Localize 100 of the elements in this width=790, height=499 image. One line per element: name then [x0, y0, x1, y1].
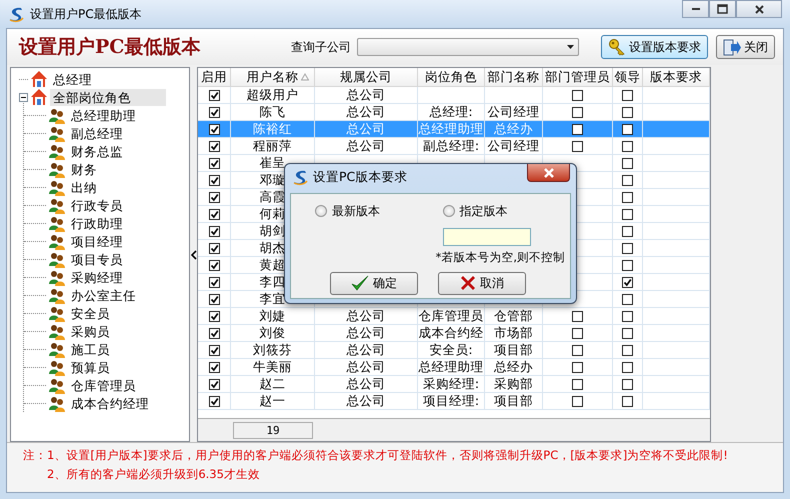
checkbox[interactable] [622, 226, 633, 236]
version-input-field[interactable] [442, 228, 530, 246]
checkbox[interactable] [208, 174, 220, 186]
checkbox[interactable] [208, 192, 220, 202]
checkbox[interactable] [622, 208, 633, 220]
tree-item[interactable]: 安全员 [68, 304, 113, 322]
checkbox[interactable] [208, 344, 220, 356]
checkbox[interactable] [208, 158, 220, 168]
checkbox[interactable] [622, 328, 633, 338]
checkbox[interactable] [622, 140, 633, 152]
table-row[interactable]: 赵一 总公司 项目经理: 项目部 [198, 393, 710, 410]
checkbox[interactable] [622, 310, 633, 322]
column-header[interactable]: 用户名称 [231, 68, 315, 86]
checkbox[interactable] [208, 140, 220, 152]
column-header[interactable]: 部门名称 [485, 68, 543, 86]
tree-item[interactable]: 成本合约经理 [68, 394, 152, 412]
tree-item[interactable]: 财务 [68, 160, 100, 178]
tree-item[interactable]: 行政助理 [68, 214, 126, 232]
checkbox[interactable] [208, 396, 220, 406]
column-header[interactable]: 领导 [613, 68, 643, 86]
tree-item[interactable]: 总经理助理 [68, 106, 139, 124]
tree-item[interactable]: 行政专员 [68, 196, 126, 214]
tree-item[interactable]: 财务总监 [68, 142, 126, 160]
checkbox[interactable] [572, 328, 583, 338]
checkbox[interactable] [572, 310, 583, 322]
checkbox[interactable] [572, 362, 583, 372]
tree-item[interactable]: 施工员 [68, 340, 113, 358]
checkbox[interactable] [208, 226, 220, 236]
minimize-button[interactable] [682, 0, 709, 18]
cancel-button[interactable]: 取消 [438, 272, 526, 294]
checkbox[interactable] [208, 208, 220, 220]
checkbox[interactable] [208, 294, 220, 304]
checkbox[interactable] [208, 276, 220, 288]
tree-item[interactable]: 总经理 [50, 70, 95, 88]
checkbox[interactable] [208, 378, 220, 390]
checkbox[interactable] [622, 276, 633, 288]
table-row[interactable]: 程丽萍 总公司 副总经理: 公司经理 [198, 138, 710, 155]
ok-button[interactable]: 确定 [330, 272, 418, 294]
table-cell: 李四 [260, 274, 286, 290]
checkbox[interactable] [622, 378, 633, 390]
checkbox[interactable] [622, 124, 633, 134]
checkbox[interactable] [622, 362, 633, 372]
checkbox[interactable] [622, 260, 633, 270]
checkbox[interactable] [208, 310, 220, 322]
checkbox[interactable] [208, 106, 220, 118]
tree-item[interactable]: 预算员 [68, 358, 113, 376]
expander[interactable] [19, 92, 28, 102]
checkbox[interactable] [622, 174, 633, 186]
close-button[interactable]: 关闭 [716, 35, 775, 59]
table-cell: 副总经理: [422, 138, 480, 154]
checkbox[interactable] [622, 242, 633, 254]
table-row[interactable]: 牛美丽 总公司 总经理助理 总经办 [198, 359, 710, 376]
tree-item[interactable]: 项目经理 [68, 232, 126, 250]
column-header[interactable]: 规属公司 [315, 68, 418, 86]
table-row[interactable]: 刘筱芬 总公司 安全员: 项目部 [198, 342, 710, 359]
table-row[interactable]: 赵二 总公司 采购经理: 采购部 [198, 376, 710, 393]
checkbox[interactable] [572, 90, 583, 100]
tree-item[interactable]: 办公室主任 [68, 286, 139, 304]
tree-item[interactable]: 出纳 [68, 178, 100, 196]
company-dropdown[interactable] [357, 38, 579, 56]
checkbox[interactable] [622, 344, 633, 356]
table-row[interactable]: 超级用户 总公司 [198, 87, 710, 104]
checkbox[interactable] [622, 294, 633, 304]
column-header[interactable]: 部门管理员 [543, 68, 613, 86]
checkbox[interactable] [572, 140, 583, 152]
dialog-title: 设置PC版本要求 [313, 169, 408, 186]
close-button[interactable] [736, 0, 782, 18]
checkbox[interactable] [572, 106, 583, 118]
close-button[interactable] [527, 164, 570, 182]
tree-item[interactable]: 副总经理 [68, 124, 126, 142]
checkbox[interactable] [208, 362, 220, 372]
tree-item[interactable]: 采购经理 [68, 268, 126, 286]
tree-item[interactable]: 项目专员 [68, 250, 126, 268]
checkbox[interactable] [208, 260, 220, 270]
table-row[interactable]: 刘婕 总公司 仓库管理员 仓管部 [198, 308, 710, 325]
checkbox[interactable] [622, 396, 633, 406]
column-header[interactable]: 版本要求 [643, 68, 710, 86]
table-row[interactable]: 刘俊 总公司 成本合约经 市场部 [198, 325, 710, 342]
checkbox[interactable] [622, 106, 633, 118]
close-icon [754, 4, 764, 14]
checkbox[interactable] [572, 124, 583, 134]
people-icon [48, 376, 66, 394]
column-header[interactable]: 启用 [198, 68, 231, 86]
column-header[interactable]: 岗位角色 [418, 68, 485, 86]
set-version-button[interactable]: 设置版本要求 [601, 35, 708, 59]
checkbox[interactable] [572, 378, 583, 390]
checkbox[interactable] [572, 396, 583, 406]
tree-item[interactable]: 仓库管理员 [68, 376, 139, 394]
checkbox[interactable] [622, 158, 633, 168]
tree-item[interactable]: 全部岗位角色 [50, 88, 166, 106]
checkbox[interactable] [208, 242, 220, 254]
checkbox[interactable] [208, 328, 220, 338]
checkbox[interactable] [208, 124, 220, 134]
tree-item[interactable]: 采购员 [68, 322, 113, 340]
checkbox[interactable] [622, 192, 633, 202]
maximize-button[interactable] [709, 0, 736, 18]
checkbox[interactable] [622, 90, 633, 100]
table-cell: 仓库管理员 [418, 308, 484, 324]
checkbox[interactable] [208, 90, 220, 100]
checkbox[interactable] [572, 344, 583, 356]
